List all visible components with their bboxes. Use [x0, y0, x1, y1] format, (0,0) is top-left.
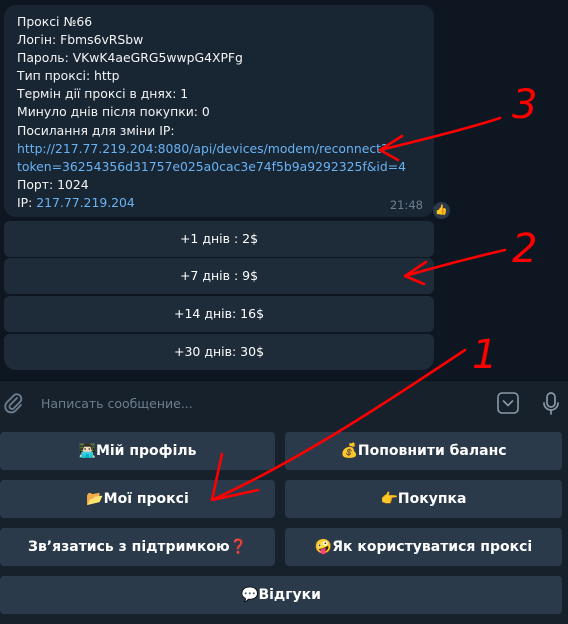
purchase-button[interactable]: 👉Покупка [285, 480, 562, 518]
reply-keyboard: 👨🏻‍💻Мій профіль 💰Поповнити баланс 📂Мої п… [0, 426, 568, 624]
ip-change-link-line1[interactable]: http://217.77.219.204:8080/api/devices/m… [17, 140, 406, 158]
extend-1-day-button[interactable]: +1 днів : 2$ [4, 221, 434, 257]
money-bag-icon: 💰 [340, 443, 358, 459]
contact-support-label: Зв’язатись з підтримкою [28, 539, 230, 555]
proxy-ip-row: IP: 217.77.219.204 [17, 194, 406, 212]
thumbs-up-reaction[interactable]: 👍 [433, 202, 450, 219]
technologist-icon: 👨🏻‍💻 [78, 443, 96, 459]
ip-change-label: Посилання для зміни IP: [17, 122, 175, 138]
how-to-use-button[interactable]: 🤪Як користуватися проксі [285, 528, 562, 566]
my-profile-button[interactable]: 👨🏻‍💻Мій профіль [0, 432, 275, 470]
message-bubble: Проксі №66 Логін: Fbms6vRSbw Пароль: VKw… [4, 5, 434, 217]
question-mark-icon: ❓ [229, 539, 247, 555]
extend-7-days-button[interactable]: +7 днів : 9$ [4, 258, 434, 294]
ip-change-link-line2[interactable]: token=36254356d31757e025a0cac3e74f5b9a92… [17, 158, 406, 176]
reviews-label: Відгуки [258, 587, 321, 603]
my-proxies-button[interactable]: 📂Мої проксі [0, 480, 275, 518]
message-text: Проксі №66 Логін: Fbms6vRSbw Пароль: VKw… [17, 13, 406, 212]
pointing-hand-icon: 👉 [380, 491, 398, 507]
proxy-password: Пароль: VKwK4aeGRG5wwpG4XPFg [17, 50, 243, 66]
proxy-type: Тип проксі: http [17, 68, 120, 84]
proxy-ip-link[interactable]: 217.77.219.204 [36, 195, 135, 210]
proxy-login: Логін: Fbms6vRSbw [17, 32, 144, 48]
microphone-icon[interactable] [542, 392, 560, 416]
proxy-number: Проксі №66 [17, 14, 93, 29]
message-input[interactable]: Написать сообщение... [41, 396, 193, 411]
proxy-days-passed: Минуло днів після покупки: 0 [17, 104, 210, 120]
purchase-label: Покупка [397, 491, 467, 507]
keyboard-toggle-icon[interactable] [497, 392, 519, 414]
proxy-port: Порт: 1024 [17, 176, 89, 192]
folder-icon: 📂 [86, 491, 104, 507]
proxy-ip-label: IP: [17, 194, 33, 210]
my-profile-label: Мій профіль [95, 443, 197, 459]
zany-face-icon: 🤪 [314, 539, 333, 555]
top-up-balance-button[interactable]: 💰Поповнити баланс [285, 432, 562, 470]
how-to-use-label: Як користуватися проксі [332, 539, 533, 555]
message-input-bar: Написать сообщение... [0, 380, 568, 427]
paperclip-icon[interactable] [3, 392, 23, 414]
contact-support-button[interactable]: Зв’язатись з підтримкою❓ [0, 528, 275, 566]
speech-bubble-icon: 💬 [241, 587, 259, 603]
top-up-balance-label: Поповнити баланс [357, 443, 507, 459]
message-time: 21:48 [389, 198, 423, 212]
extend-30-days-button[interactable]: +30 днів: 30$ [4, 334, 434, 370]
proxy-term: Термін дії проксі в днях: 1 [17, 86, 189, 102]
reviews-button[interactable]: 💬Відгуки [0, 576, 562, 614]
my-proxies-label: Мої проксі [103, 491, 189, 507]
extend-14-days-button[interactable]: +14 днів: 16$ [4, 296, 434, 332]
chat-area: Проксі №66 Логін: Fbms6vRSbw Пароль: VKw… [0, 0, 568, 380]
